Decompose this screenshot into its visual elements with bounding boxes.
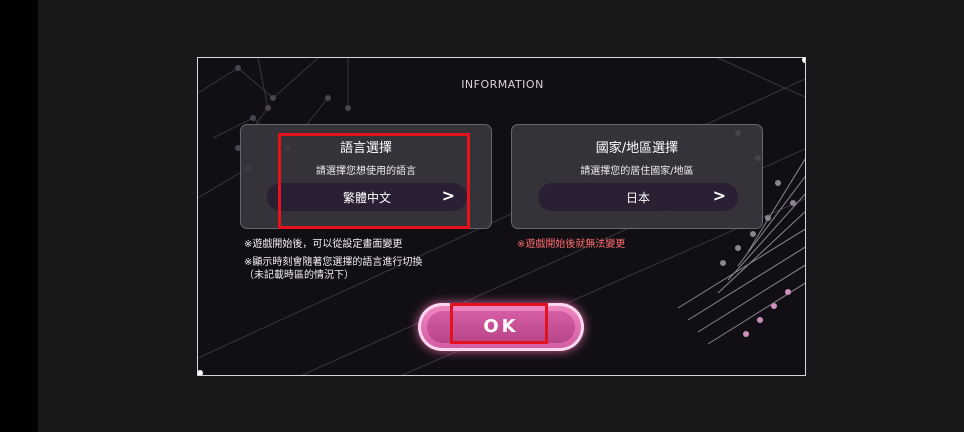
- region-panel-title: 國家/地區選擇: [595, 141, 679, 156]
- region-panel: 國家/地區選擇 請選擇您的居住國家/地區 日本 >: [511, 124, 763, 229]
- top-right-corner-dot: [802, 58, 805, 63]
- language-highlight-box: [278, 133, 470, 229]
- language-note-1: ※遊戲開始後，可以從設定畫面變更: [244, 239, 403, 250]
- region-selector[interactable]: 日本 >: [538, 183, 738, 211]
- region-selected-value: 日本: [625, 191, 650, 205]
- chevron-right-icon: >: [712, 186, 726, 205]
- region-warning-note: ※遊戲開始後就無法變更: [517, 239, 626, 250]
- bottom-left-corner-dot: [198, 370, 203, 375]
- dialog-title: INFORMATION: [461, 78, 544, 91]
- information-dialog: INFORMATION 語言選擇 請選擇您想使用的語言 繁體中文 > 國家/地區…: [197, 57, 806, 376]
- language-note-3: （未記載時區的情況下）: [244, 270, 354, 281]
- language-note-2: ※顯示時刻會隨著您選擇的語言進行切換: [244, 257, 423, 268]
- left-black-bar: [0, 0, 38, 432]
- region-panel-description: 請選擇您的居住國家/地區: [580, 166, 694, 177]
- ok-highlight-box: [450, 303, 548, 344]
